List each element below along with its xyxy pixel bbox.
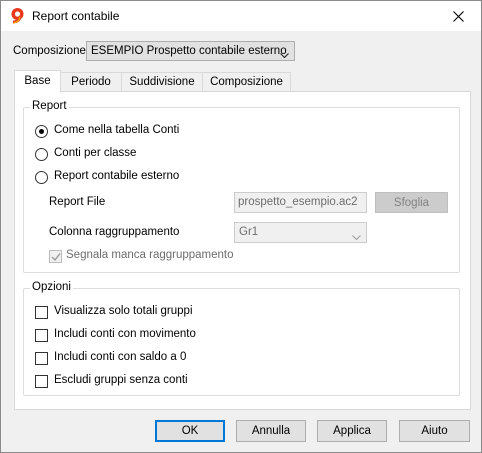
visualizza-solo-totali-gruppi-checkbox[interactable] [35, 306, 48, 319]
dialog-window: Report contabile Composizione: ESEMPIO P… [0, 0, 482, 453]
banana-nine-icon [9, 7, 26, 25]
report-file-field[interactable]: prospetto_esempio.ac2 [234, 192, 367, 213]
report-group: Report Come nella tabella Conti Conti pe… [23, 100, 460, 273]
checkmark-icon [51, 253, 61, 262]
radio-report-contabile-esterno[interactable] [35, 171, 48, 184]
includi-conti-con-movimento-label[interactable]: Includi conti con movimento [54, 328, 196, 340]
close-button[interactable] [435, 1, 481, 31]
escludi-gruppi-senza-conti-checkbox[interactable] [35, 375, 48, 388]
apply-button[interactable]: Applica [317, 420, 387, 442]
help-button[interactable]: Aiuto [399, 420, 470, 442]
includi-conti-con-saldo-a-0-label[interactable]: Includi conti con saldo a 0 [54, 351, 186, 363]
radio-report-contabile-esterno-label[interactable]: Report contabile esterno [54, 170, 179, 182]
apply-button-label: Applica [333, 425, 371, 437]
radio-come-nella-tabella-conti-label[interactable]: Come nella tabella Conti [54, 124, 179, 136]
tab-suddivisione-label: Suddivisione [129, 76, 195, 88]
composizione-label: Composizione: [13, 45, 90, 57]
window-title: Report contabile [32, 9, 120, 23]
composizione-select[interactable]: ESEMPIO Prospetto contabile esterno [86, 41, 295, 61]
tab-base-label: Base [24, 75, 51, 87]
colonna-raggruppamento-label: Colonna raggruppamento [49, 226, 180, 238]
chevron-down-icon [280, 47, 289, 65]
segnala-manca-raggruppamento-label: Segnala manca raggruppamento [66, 249, 234, 261]
colonna-raggruppamento-value: Gr1 [239, 226, 259, 238]
tab-base[interactable]: Base [14, 70, 61, 93]
includi-conti-con-movimento-checkbox[interactable] [35, 329, 48, 342]
escludi-gruppi-senza-conti-label[interactable]: Escludi gruppi senza conti [54, 374, 188, 386]
tab-composizione-label: Composizione [210, 76, 283, 88]
segnala-manca-raggruppamento-checkbox[interactable] [49, 250, 62, 263]
tab-periodo-label: Periodo [71, 76, 111, 88]
report-file-label: Report File [49, 196, 106, 208]
close-icon [452, 10, 464, 22]
opzioni-group-title: Opzioni [30, 281, 73, 293]
colonna-raggruppamento-select[interactable]: Gr1 [234, 222, 367, 243]
title-bar: Report contabile [1, 1, 481, 31]
report-group-title: Report [30, 100, 69, 112]
tab-suddivisione[interactable]: Suddivisione [121, 72, 203, 92]
composizione-value: ESEMPIO Prospetto contabile esterno [91, 45, 287, 57]
includi-conti-con-saldo-a-0-checkbox[interactable] [35, 352, 48, 365]
tab-periodo[interactable]: Periodo [60, 72, 122, 92]
help-button-label: Aiuto [421, 425, 448, 437]
sfoglia-button[interactable]: Sfoglia [375, 192, 448, 213]
sfoglia-button-label: Sfoglia [393, 197, 430, 209]
tab-panel-base: Report Come nella tabella Conti Conti pe… [14, 91, 471, 410]
cancel-button-label: Annulla [251, 425, 291, 437]
tab-composizione[interactable]: Composizione [202, 72, 291, 92]
report-file-value: prospetto_esempio.ac2 [238, 196, 358, 208]
chevron-down-icon [352, 229, 361, 247]
visualizza-solo-totali-gruppi-label[interactable]: Visualizza solo totali gruppi [54, 305, 193, 317]
radio-come-nella-tabella-conti[interactable] [35, 125, 48, 138]
cancel-button[interactable]: Annulla [236, 420, 306, 442]
radio-conti-per-classe[interactable] [35, 148, 48, 161]
ok-button-label: OK [181, 425, 199, 437]
ok-button[interactable]: OK [155, 420, 225, 442]
opzioni-group: Opzioni Visualizza solo totali gruppi In… [23, 281, 460, 396]
radio-conti-per-classe-label[interactable]: Conti per classe [54, 147, 136, 159]
